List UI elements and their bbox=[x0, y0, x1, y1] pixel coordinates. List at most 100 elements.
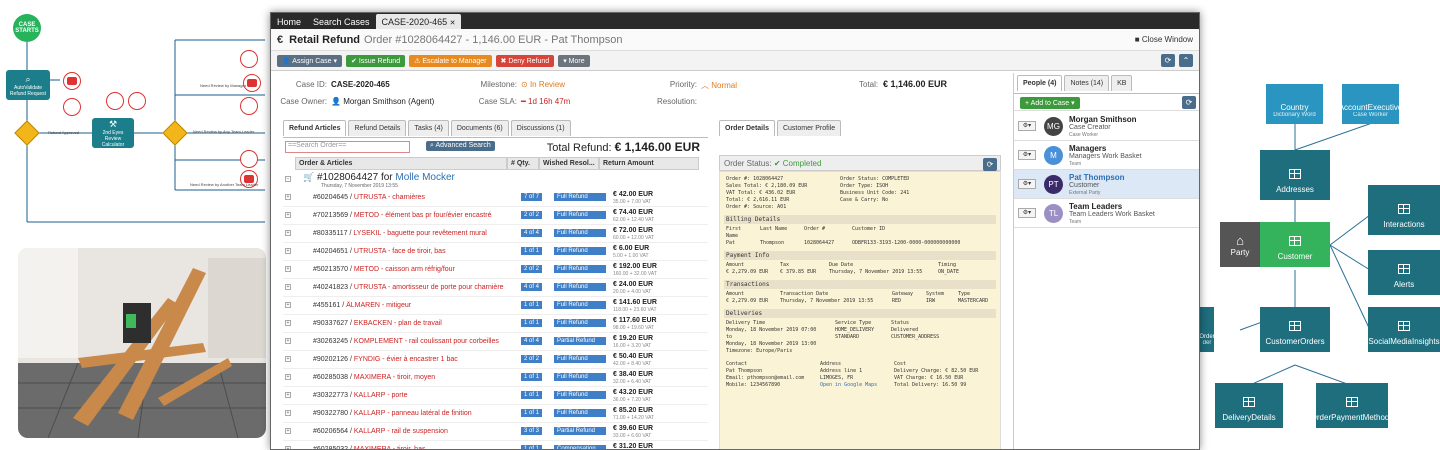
table-row[interactable]: + #40241823 / UTRUSTA - amortisseur de po… bbox=[283, 280, 708, 297]
resolution-badge[interactable]: Full Refund bbox=[554, 247, 606, 255]
expand-icon[interactable]: + bbox=[285, 428, 291, 434]
person-name[interactable]: Pat Thompson bbox=[1069, 173, 1125, 182]
add-to-case-button[interactable]: + Add to Case ▾ bbox=[1020, 97, 1080, 109]
expand-icon[interactable]: − bbox=[285, 176, 291, 182]
issue-refund-button[interactable]: ✔ Issue Refund bbox=[346, 54, 406, 67]
advanced-search-button[interactable]: ⌕ Advanced Search bbox=[426, 141, 495, 151]
tab-home[interactable]: Home bbox=[271, 14, 307, 29]
article-name[interactable]: FYNDIG - évier à encastrer 1 bac bbox=[354, 356, 458, 363]
table-row[interactable]: + #90322780 / KALLARP - panneau latéral d… bbox=[283, 406, 708, 423]
resolution-badge[interactable]: Full Refund bbox=[554, 301, 606, 309]
col-wished-resolution[interactable]: Wished Resol... bbox=[539, 157, 599, 170]
person-item[interactable]: ⚙▾ MG Morgan Smithson Case Creator Case Work… bbox=[1014, 112, 1199, 141]
resolution-badge[interactable]: Full Refund bbox=[554, 409, 606, 417]
tab-search-cases[interactable]: Search Cases bbox=[307, 14, 376, 29]
escalate-to-manager-button[interactable]: ⚠ Escalate to Manager bbox=[409, 54, 492, 67]
tab-people-4[interactable]: People (4) bbox=[1017, 75, 1063, 91]
table-row[interactable]: + #40204651 / UTRUSTA - face de tiroir, b… bbox=[283, 244, 708, 261]
person-item[interactable]: ⚙▾ M Managers Managers Work Basket Team bbox=[1014, 141, 1199, 170]
article-name[interactable]: UTRUSTA - face de tiroir, bas bbox=[354, 248, 446, 255]
resolution-badge[interactable]: Full Refund bbox=[554, 283, 606, 291]
expand-icon[interactable]: + bbox=[285, 446, 291, 449]
gear-icon[interactable]: ⚙▾ bbox=[1018, 121, 1036, 131]
article-name[interactable]: ÄLMAREN - mitigeur bbox=[346, 302, 411, 309]
gear-icon[interactable]: ⚙▾ bbox=[1018, 208, 1036, 218]
table-row[interactable]: + #60204645 / UTRUSTA - charnières 7 of 7 F… bbox=[283, 190, 708, 207]
expand-icon[interactable]: + bbox=[285, 302, 291, 308]
expand-icon[interactable]: + bbox=[285, 284, 291, 290]
article-name[interactable]: KALLARP - rail de suspension bbox=[354, 428, 448, 435]
article-name[interactable]: KALLARP - porte bbox=[354, 392, 408, 399]
expand-icon[interactable]: + bbox=[285, 356, 291, 362]
article-name[interactable]: METOD - caisson arm réfrig/four bbox=[354, 266, 455, 273]
expand-icon[interactable]: + bbox=[285, 266, 291, 272]
more-button[interactable]: ▾ More bbox=[558, 54, 590, 67]
google-maps-link[interactable]: Open in Google Maps bbox=[820, 382, 890, 389]
resolution-badge[interactable]: Partial Refund bbox=[554, 337, 606, 345]
tab-tasks-4[interactable]: Tasks (4) bbox=[408, 120, 449, 136]
expand-icon[interactable]: + bbox=[285, 320, 291, 326]
resolution-badge[interactable]: Full Refund bbox=[554, 355, 606, 363]
table-row[interactable]: + #60285032 / MAXIMERA - tiroir, bas 1 of … bbox=[283, 442, 708, 449]
article-name[interactable]: METOD - élément bas pr four/évier encast… bbox=[354, 212, 492, 219]
col-order-articles[interactable]: Order & Articles bbox=[295, 157, 507, 170]
close-icon[interactable]: ✕ bbox=[450, 20, 456, 27]
expand-icon[interactable]: + bbox=[285, 392, 291, 398]
article-name[interactable]: MAXIMERA - tiroir, bas bbox=[354, 446, 426, 449]
table-row[interactable]: + #80335117 / LYSEKIL - baguette pour rev… bbox=[283, 226, 708, 243]
expand-icon[interactable]: + bbox=[285, 230, 291, 236]
article-name[interactable]: MAXIMERA - tiroir, moyen bbox=[354, 374, 435, 381]
col-return-amount[interactable]: Return Amount bbox=[599, 157, 699, 170]
refresh-icon[interactable]: ⟳ bbox=[1182, 96, 1196, 109]
tab-documents-6[interactable]: Documents (6) bbox=[450, 120, 509, 136]
collapse-icon[interactable]: ⌃ bbox=[1179, 54, 1193, 67]
table-row[interactable]: + #70213569 / METOD - élément bas pr four… bbox=[283, 208, 708, 225]
col-qty[interactable]: # Qty. bbox=[507, 157, 539, 170]
expand-icon[interactable]: + bbox=[285, 194, 291, 200]
tab-notes-14[interactable]: Notes (14) bbox=[1064, 75, 1110, 91]
tab-case[interactable]: CASE-2020-465 ✕ bbox=[375, 14, 462, 29]
order-customer-link[interactable]: Molle Mocker bbox=[395, 172, 454, 183]
resolution-badge[interactable]: Compensation bbox=[554, 445, 606, 449]
table-row[interactable]: + #90202126 / FYNDIG - évier à encastrer … bbox=[283, 352, 708, 369]
tab-refund-articles[interactable]: Refund Articles bbox=[283, 120, 347, 136]
resolution-badge[interactable]: Full Refund bbox=[554, 229, 606, 237]
table-row[interactable]: + #455161 / ÄLMAREN - mitigeur 1 of 1 Full … bbox=[283, 298, 708, 315]
expand-icon[interactable]: + bbox=[285, 338, 291, 344]
article-name[interactable]: KALLARP - panneau latéral de finition bbox=[354, 410, 472, 417]
deny-refund-button[interactable]: ✖ Deny Refund bbox=[495, 54, 555, 67]
resolution-badge[interactable]: Partial Refund bbox=[554, 427, 606, 435]
table-row[interactable]: + #90337627 / EKBACKEN - plan de travail 1… bbox=[283, 316, 708, 333]
refresh-icon[interactable]: ⟳ bbox=[1161, 54, 1175, 67]
resolution-badge[interactable]: Full Refund bbox=[554, 211, 606, 219]
expand-icon[interactable]: + bbox=[285, 248, 291, 254]
resolution-badge[interactable]: Full Refund bbox=[554, 373, 606, 381]
expand-icon[interactable]: + bbox=[285, 212, 291, 218]
article-name[interactable]: LYSEKIL - baguette pour revêtement mural bbox=[353, 230, 486, 237]
table-row[interactable]: + #60206564 / KALLARP - rail de suspensio… bbox=[283, 424, 708, 441]
tab-kb[interactable]: KB bbox=[1111, 75, 1133, 91]
order-search-input[interactable]: ==Search Order== bbox=[285, 141, 410, 153]
table-row[interactable]: + #30263245 / KOMPLEMENT - rail coulissan… bbox=[283, 334, 708, 351]
gear-icon[interactable]: ⚙▾ bbox=[1018, 179, 1036, 189]
resolution-badge[interactable]: Full Refund bbox=[554, 391, 606, 399]
resolution-badge[interactable]: Full Refund bbox=[554, 265, 606, 273]
article-name[interactable]: UTRUSTA - charnières bbox=[354, 194, 425, 201]
tab-refund-details[interactable]: Refund Details bbox=[348, 120, 407, 136]
resolution-badge[interactable]: Full Refund bbox=[554, 319, 606, 327]
refresh-icon[interactable]: ⟳ bbox=[983, 158, 997, 171]
article-name[interactable]: KOMPLEMENT - rail coulissant pour corbei… bbox=[354, 338, 499, 345]
person-item[interactable]: ⚙▾ PT Pat Thompson Customer External Party bbox=[1014, 170, 1199, 199]
article-name[interactable]: EKBACKEN - plan de travail bbox=[354, 320, 442, 327]
assign-case-button[interactable]: 👤 Assign Case ▾ bbox=[277, 54, 343, 67]
close-window-button[interactable]: ■ Close Window bbox=[1135, 35, 1193, 44]
tab-discussions-1[interactable]: Discussions (1) bbox=[510, 120, 571, 136]
person-item[interactable]: ⚙▾ TL Team Leaders Team Leaders Work Basket… bbox=[1014, 199, 1199, 228]
tab-order-details[interactable]: Order Details bbox=[719, 120, 775, 136]
tab-customer-profile[interactable]: Customer Profile bbox=[776, 120, 842, 136]
expand-icon[interactable]: + bbox=[285, 374, 291, 380]
article-name[interactable]: UTRUSTA - amortisseur de porte pour char… bbox=[354, 284, 504, 291]
table-row[interactable]: + #60285038 / MAXIMERA - tiroir, moyen 1 o… bbox=[283, 370, 708, 387]
table-row[interactable]: + #30322773 / KALLARP - porte 1 of 1 Full R… bbox=[283, 388, 708, 405]
gear-icon[interactable]: ⚙▾ bbox=[1018, 150, 1036, 160]
